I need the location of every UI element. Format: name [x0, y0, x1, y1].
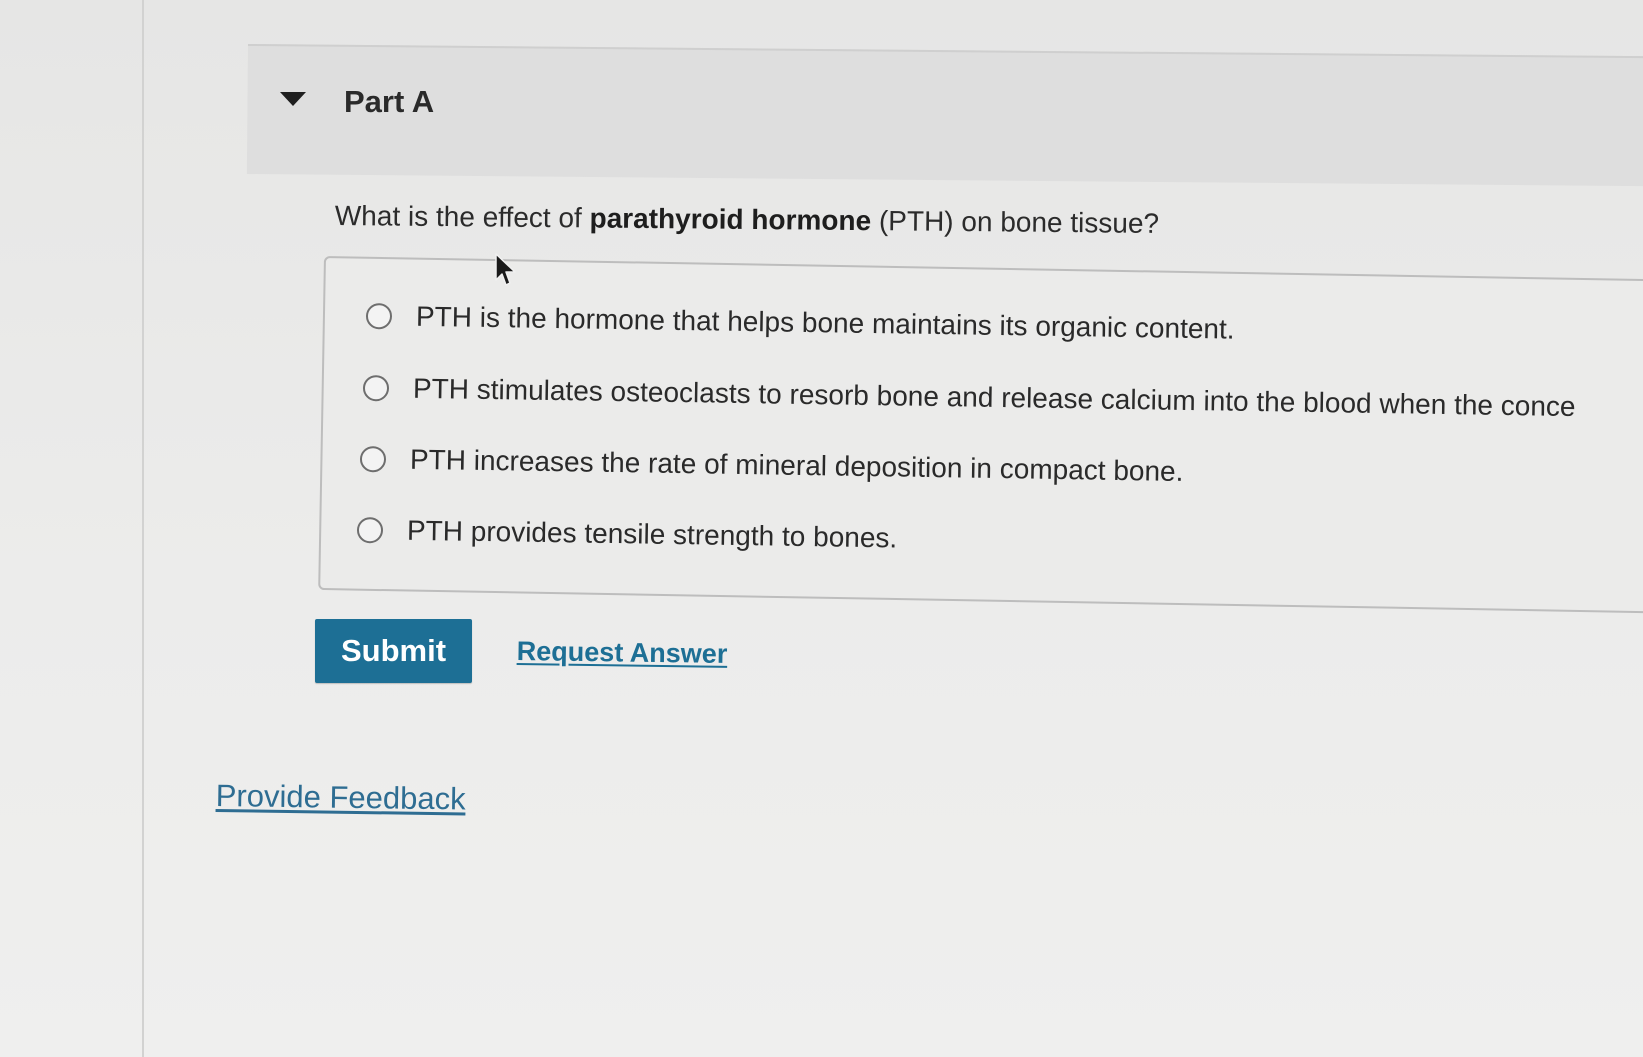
question-bold-term: parathyroid hormone — [589, 202, 872, 237]
part-header-bar[interactable] — [246, 44, 1643, 187]
part-title[interactable]: Part A — [344, 84, 434, 120]
left-divider — [142, 0, 144, 1057]
question-suffix: (PTH) on bone tissue? — [871, 205, 1160, 239]
mouse-pointer-icon — [495, 253, 516, 286]
provide-feedback-link[interactable]: Provide Feedback — [215, 778, 466, 817]
page: Part A What is the effect of parathyroid… — [0, 0, 1643, 1057]
question-prefix: What is the effect of — [334, 200, 590, 234]
radio-unselected-icon[interactable] — [362, 375, 390, 402]
radio-unselected-icon[interactable] — [356, 517, 384, 544]
radio-unselected-icon[interactable] — [365, 303, 393, 330]
request-answer-link[interactable]: Request Answer — [517, 636, 728, 670]
caret-down-icon[interactable] — [280, 92, 306, 106]
submit-button[interactable]: Submit — [315, 619, 472, 683]
radio-unselected-icon[interactable] — [359, 446, 387, 473]
